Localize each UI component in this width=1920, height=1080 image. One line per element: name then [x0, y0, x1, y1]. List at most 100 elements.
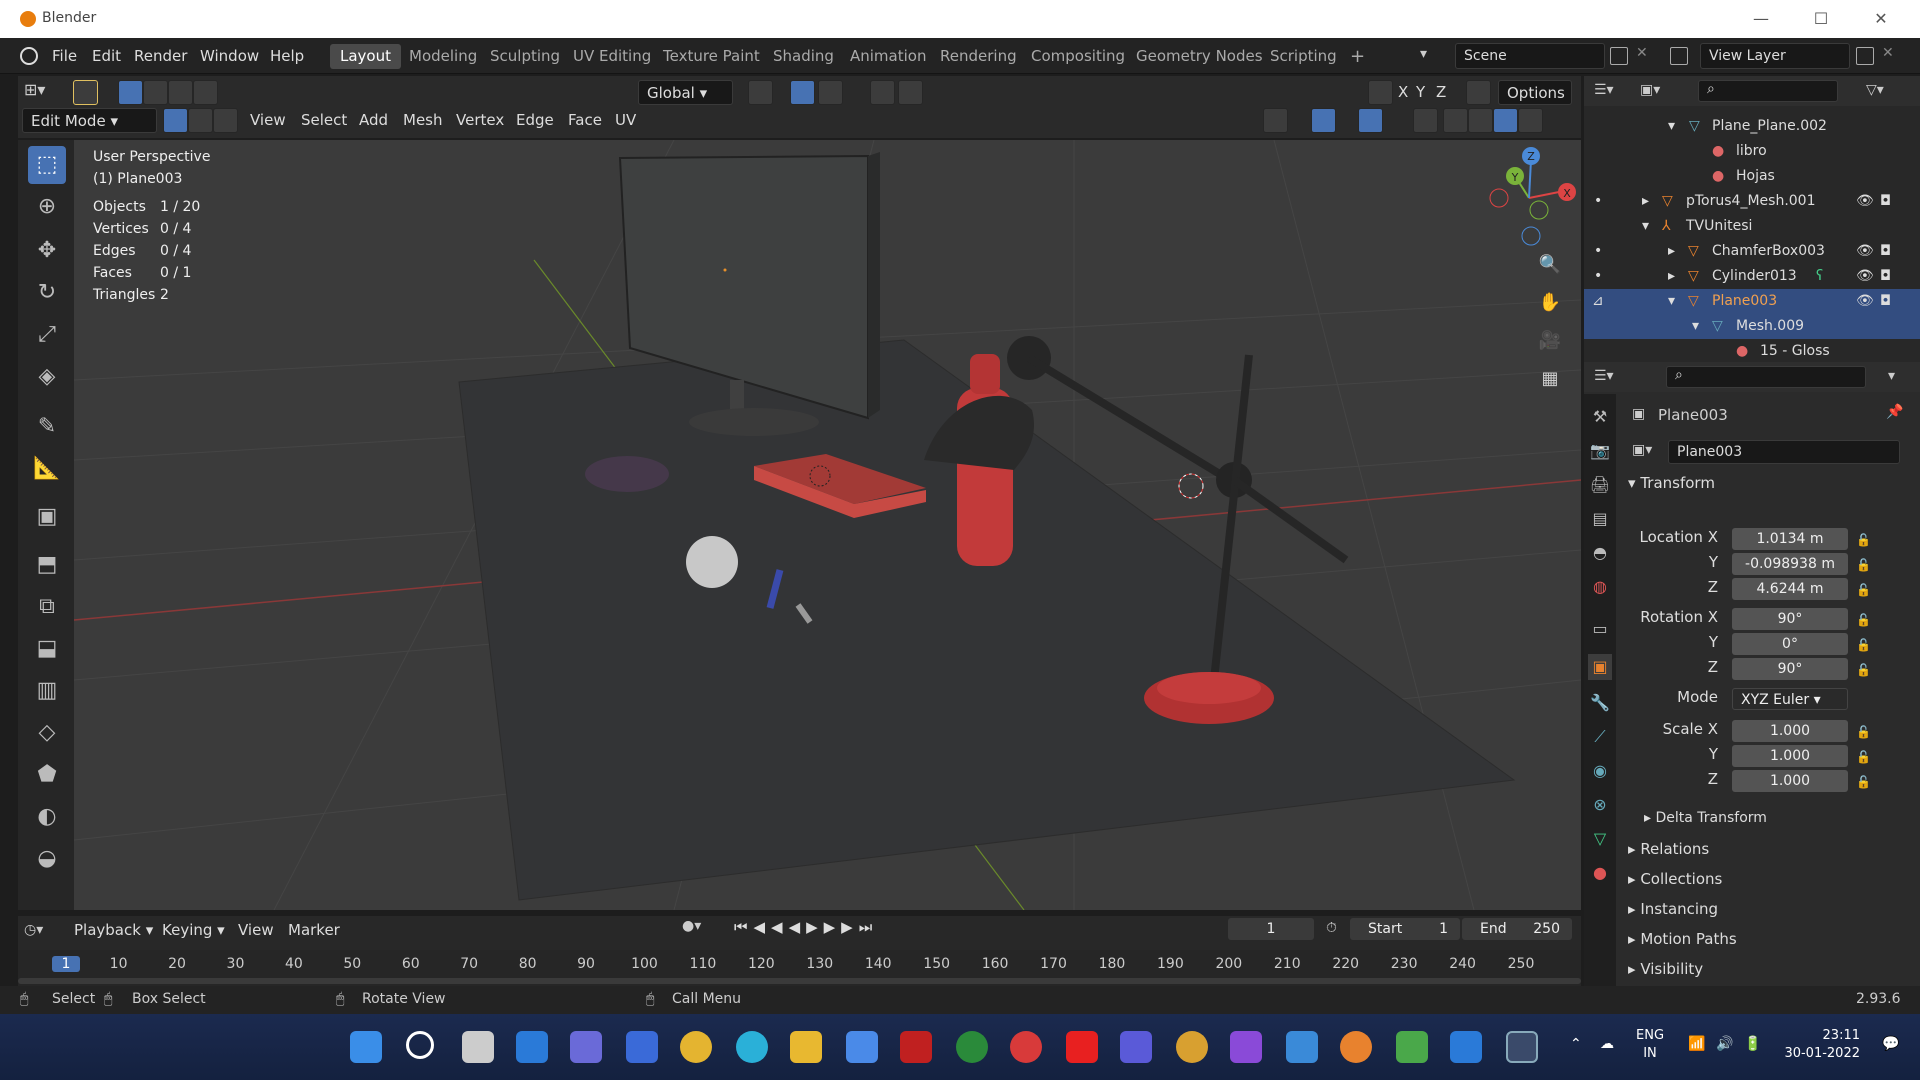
auto-merge-icon[interactable] [1466, 80, 1491, 105]
teams-icon[interactable] [1120, 1031, 1152, 1063]
properties-editor-type-icon[interactable]: ☰▾ [1594, 368, 1614, 384]
visibility-eye-icon[interactable]: 👁 [1856, 189, 1874, 214]
visibility-toggle-icon[interactable] [1263, 108, 1288, 133]
xray-toggle-icon[interactable] [1413, 108, 1438, 133]
view-layer-icon[interactable] [1670, 47, 1688, 65]
render-camera-icon[interactable]: ◘ [1880, 289, 1891, 314]
mode-extend-icon[interactable] [143, 80, 168, 105]
view-layer-field[interactable]: View Layer [1700, 43, 1850, 69]
object-tab-icon[interactable]: ▣ [1588, 654, 1612, 680]
output-tab-icon[interactable]: 🖨 [1588, 472, 1612, 498]
cursor-tool-icon[interactable]: ⊕ [28, 188, 66, 226]
photos-icon[interactable] [1450, 1031, 1482, 1063]
end-frame-field[interactable]: End 250 [1462, 918, 1572, 940]
visibility-eye-icon[interactable]: 👁 [1856, 264, 1874, 289]
new-view-layer-icon[interactable] [1856, 47, 1874, 65]
collection-tab-icon[interactable]: ▭ [1588, 616, 1612, 642]
gizmo-toggle-icon[interactable] [1311, 108, 1336, 133]
properties-options-icon[interactable]: ▾ [1888, 368, 1895, 384]
visibility-eye-icon[interactable]: 👁 [1856, 289, 1874, 314]
workspace-tab-texture-paint[interactable]: Texture Paint [653, 44, 770, 69]
zoom-icon[interactable]: 🔍 [1535, 250, 1565, 280]
mail-icon[interactable] [846, 1031, 878, 1063]
viewport-menu-face[interactable]: Face [568, 108, 602, 133]
bevel-tool-icon[interactable]: ⬓ [28, 630, 66, 668]
start-frame-field[interactable]: Start 1 [1350, 918, 1460, 940]
options-dropdown[interactable]: Options ▾ [1498, 80, 1572, 127]
data-tab-icon[interactable]: ▽ [1588, 826, 1612, 852]
app-icon[interactable] [1010, 1031, 1042, 1063]
chrome-icon[interactable] [680, 1031, 712, 1063]
editor-type-icon[interactable]: ⊞▾ [24, 80, 60, 104]
mode-set-icon[interactable] [118, 80, 143, 105]
new-scene-icon[interactable] [1610, 47, 1628, 65]
outliner-row[interactable]: • ▸ ▽ ChamferBox003 👁 ◘ [1584, 239, 1904, 264]
workspace-tab-geometry-nodes[interactable]: Geometry Nodes [1126, 44, 1273, 69]
current-frame-field[interactable]: 1 [1228, 918, 1314, 940]
close-button[interactable]: ✕ [1858, 6, 1904, 32]
workspace-tab-scripting[interactable]: Scripting [1260, 44, 1347, 69]
location-x-field[interactable]: 1.0134 m [1732, 528, 1848, 550]
visibility-eye-icon[interactable]: 👁 [1856, 239, 1874, 264]
minimize-button[interactable]: — [1738, 6, 1784, 32]
expand-arrow-icon[interactable]: ▸ [1668, 264, 1675, 289]
snap-target-icon[interactable] [818, 80, 843, 105]
rendered-shading-icon[interactable] [1518, 108, 1543, 133]
auto-keying-icon[interactable]: ●▾ [682, 918, 722, 942]
edge-select-mode-icon[interactable] [188, 108, 213, 133]
outliner-row[interactable]: ● Hojas [1584, 164, 1904, 189]
perspective-grid-icon[interactable]: ▦ [1535, 364, 1565, 394]
viewport-menu-select[interactable]: Select [301, 108, 347, 133]
battery-icon[interactable]: 🔋 [1744, 1036, 1761, 1052]
annotate-tool-icon[interactable]: ✎ [28, 408, 66, 446]
language-indicator[interactable]: ENG IN [1636, 1027, 1664, 1063]
particles-tab-icon[interactable]: ⟋ [1588, 724, 1612, 750]
outliner-row[interactable]: ▾ ⅄ TVUnitesi [1584, 214, 1904, 239]
spin-tool-icon[interactable]: ◐ [28, 798, 66, 836]
windows-start-icon[interactable] [350, 1031, 382, 1063]
falloff-icon[interactable] [898, 80, 923, 105]
object-name-field[interactable]: Plane003 [1668, 440, 1900, 464]
delete-scene-icon[interactable]: ✕ [1636, 45, 1648, 61]
scale-z-field[interactable]: 1.000 [1732, 770, 1848, 792]
playback-menu[interactable]: Playback ▾ [74, 918, 153, 943]
tray-chevron-icon[interactable]: ⌃ [1570, 1036, 1582, 1052]
workspace-tab-layout[interactable]: Layout [330, 44, 401, 69]
search-icon[interactable] [406, 1031, 434, 1059]
location-y-field[interactable]: -0.098938 m [1732, 553, 1848, 575]
outliner-row[interactable]: • ▸ ▽ Cylinder013 ʕ 👁 ◘ [1584, 264, 1904, 289]
marker-menu[interactable]: Marker [288, 918, 340, 943]
add-cube-tool-icon[interactable]: ▣ [28, 498, 66, 536]
collections-section-header[interactable]: ▸ Collections [1628, 870, 1722, 888]
workspace-tab-uv-editing[interactable]: UV Editing [563, 44, 661, 69]
render-camera-icon[interactable]: ◘ [1880, 239, 1891, 264]
timeline-editor-icon[interactable]: ◷▾ [24, 922, 43, 938]
overlay-toggle-icon[interactable] [1358, 108, 1383, 133]
axis-z-toggle[interactable]: Z [1436, 80, 1446, 105]
camera-view-icon[interactable]: 🎥 [1535, 326, 1565, 356]
rotation-y-field[interactable]: 0° [1732, 633, 1848, 655]
properties-search-input[interactable]: ⌕ [1666, 366, 1866, 388]
knife-tool-icon[interactable]: ◇ [28, 714, 66, 752]
smooth-tool-icon[interactable]: ◒ [28, 840, 66, 878]
timeline-scrollbar[interactable] [18, 978, 1581, 984]
scene-selector-icon[interactable]: ▾ [1420, 46, 1450, 66]
menu-render[interactable]: Render [134, 38, 187, 74]
notepad-icon[interactable] [1286, 1031, 1318, 1063]
outliner-row[interactable]: ● 15 - Gloss [1584, 339, 1904, 364]
edge-icon[interactable] [736, 1031, 768, 1063]
clock[interactable]: 23:11 30-01-2022 [1784, 1027, 1860, 1063]
datablock-browse-icon[interactable]: ▣▾ [1632, 442, 1664, 466]
menu-edit[interactable]: Edit [92, 38, 121, 74]
delta-transform-subpanel[interactable]: ▸ Delta Transform [1644, 810, 1767, 826]
expand-arrow-icon[interactable]: ▾ [1668, 289, 1675, 314]
tool-tab-icon[interactable]: ⚒ [1588, 404, 1612, 430]
snipping-tool-icon[interactable] [1506, 1031, 1538, 1063]
view-layer-tab-icon[interactable]: ▤ [1588, 506, 1612, 532]
lock-icons[interactable]: 🔓 🔓 🔓 [1856, 720, 1871, 795]
scale-y-field[interactable]: 1.000 [1732, 745, 1848, 767]
task-view-icon[interactable] [462, 1031, 494, 1063]
workspace-tab-animation[interactable]: Animation [840, 44, 936, 69]
outliner-search-input[interactable]: ⌕ [1698, 80, 1838, 102]
mirror-icon[interactable] [1368, 80, 1393, 105]
